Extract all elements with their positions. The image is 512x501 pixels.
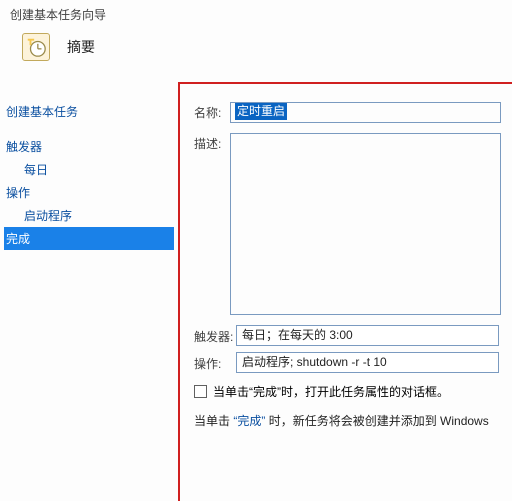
finish-info-text: 当单击 “完成” 时，新任务将会被创建并添加到 Windows	[194, 412, 512, 429]
name-label: 名称:	[194, 102, 230, 121]
trigger-summary-value: 每日；在每天的 3:00	[236, 325, 499, 346]
summary-row: 摘要	[10, 33, 502, 61]
page-heading: 摘要	[67, 37, 95, 57]
content-pane: 名称: 定时重启 描述: 触发器: 每日；在每天的 3:00 操作: 启动程序;…	[178, 82, 512, 501]
trigger-summary-label: 触发器:	[194, 326, 236, 345]
description-label: 描述:	[194, 133, 230, 152]
open-properties-row[interactable]: 当单击“完成”时，打开此任务属性的对话框。	[194, 383, 512, 400]
step-trigger[interactable]: 触发器	[4, 135, 174, 158]
wizard-header: 创建基本任务向导 摘要	[0, 0, 512, 82]
open-properties-label: 当单击“完成”时，打开此任务属性的对话框。	[213, 383, 449, 400]
step-action-start-program[interactable]: 启动程序	[4, 204, 174, 227]
action-summary-value: 启动程序; shutdown -r -t 10	[236, 352, 499, 373]
name-field[interactable]: 定时重启	[230, 102, 501, 123]
step-trigger-daily[interactable]: 每日	[4, 158, 174, 181]
checkbox-icon[interactable]	[194, 385, 207, 398]
description-field[interactable]	[230, 133, 501, 315]
name-value-selected: 定时重启	[235, 103, 287, 120]
step-action[interactable]: 操作	[4, 181, 174, 204]
clock-new-icon	[22, 33, 50, 61]
step-finish[interactable]: 完成	[4, 227, 174, 250]
wizard-title: 创建基本任务向导	[10, 6, 502, 23]
action-summary-label: 操作:	[194, 353, 236, 372]
wizard-steps-sidebar: 创建基本任务 触发器 每日 操作 启动程序 完成	[0, 82, 178, 501]
step-create-basic-task[interactable]: 创建基本任务	[4, 100, 174, 123]
